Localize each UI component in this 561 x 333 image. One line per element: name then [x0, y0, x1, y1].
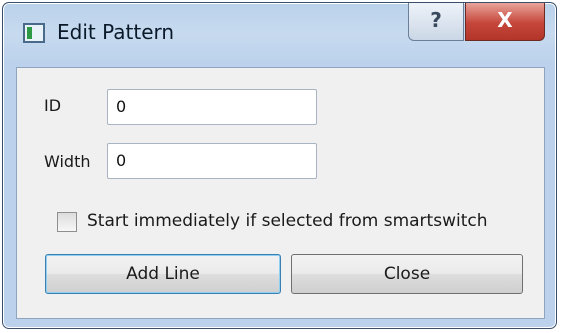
app-window-icon	[23, 23, 45, 43]
window-title: Edit Pattern	[57, 20, 175, 44]
add-line-button[interactable]: Add Line	[45, 254, 281, 294]
start-immediately-checkbox[interactable]	[57, 212, 77, 232]
title-bar[interactable]: Edit Pattern ? X	[3, 3, 556, 67]
close-window-button[interactable]: X	[465, 3, 545, 41]
id-input[interactable]: 0	[107, 89, 317, 125]
close-button[interactable]: Close	[291, 254, 523, 294]
width-label: Width	[44, 152, 91, 171]
edit-pattern-dialog: Edit Pattern ? X ID 0 Width 0 Start imme…	[2, 2, 557, 329]
dialog-content: ID 0 Width 0 Start immediately if select…	[16, 67, 545, 319]
id-label: ID	[44, 96, 62, 115]
start-immediately-label[interactable]: Start immediately if selected from smart…	[87, 211, 487, 231]
width-input[interactable]: 0	[107, 143, 317, 179]
help-button[interactable]: ?	[408, 3, 464, 41]
close-icon: X	[497, 8, 513, 32]
help-icon: ?	[430, 8, 442, 32]
